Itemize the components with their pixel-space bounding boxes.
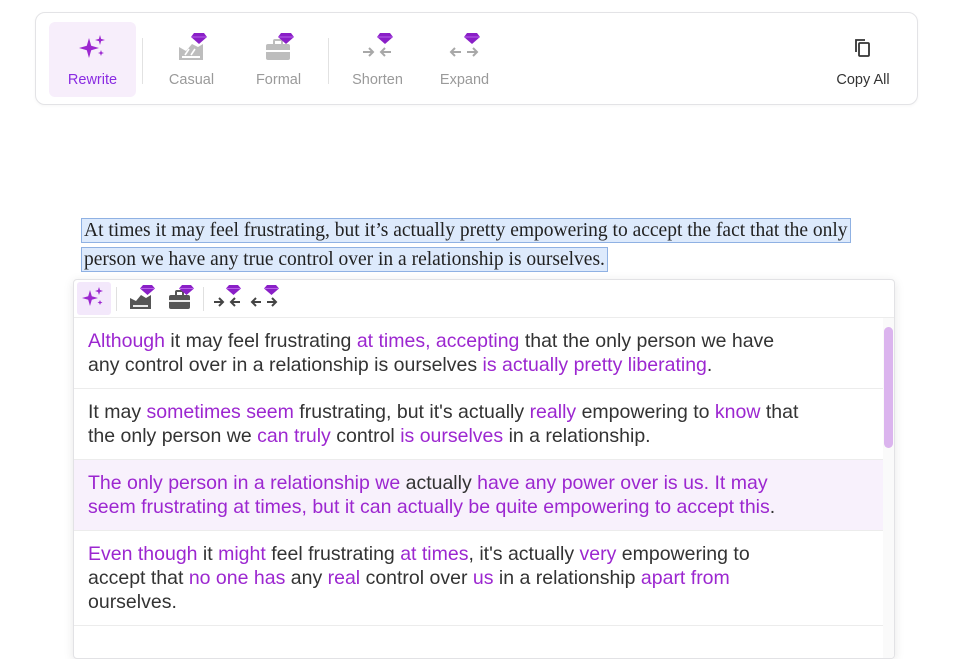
casual-button[interactable]: Casual bbox=[148, 22, 235, 97]
unchanged-text: it may feel frustrating bbox=[164, 330, 357, 352]
toolbar-divider bbox=[142, 38, 143, 84]
copy-all-label: Copy All bbox=[836, 72, 890, 88]
copy-icon bbox=[845, 30, 881, 66]
expand-icon bbox=[447, 30, 483, 66]
formal-icon bbox=[169, 285, 194, 309]
unchanged-text: any bbox=[285, 567, 328, 589]
toolbar-divider bbox=[328, 38, 329, 84]
expand-button[interactable]: Expand bbox=[421, 22, 508, 97]
formal-label: Formal bbox=[255, 72, 302, 88]
scrollbar-thumb[interactable] bbox=[884, 327, 893, 448]
unchanged-text: control over bbox=[360, 567, 473, 589]
changed-text: Even though bbox=[88, 543, 198, 565]
suggestion-item[interactable]: Although it may feel frustrating at time… bbox=[74, 318, 885, 389]
changed-text: can truly bbox=[257, 425, 331, 447]
unchanged-text: actually bbox=[400, 472, 478, 494]
changed-text: is actually pretty liberating bbox=[482, 354, 707, 376]
shorten-icon bbox=[360, 30, 396, 66]
unchanged-text: . bbox=[769, 496, 776, 518]
changed-text: sometimes seem bbox=[146, 401, 294, 423]
suggestion-item[interactable]: It may sometimes seem frustrating, but i… bbox=[74, 389, 885, 460]
changed-text: apart from bbox=[640, 567, 730, 589]
changed-text: at times bbox=[400, 543, 469, 565]
changed-text: us bbox=[472, 567, 494, 589]
changed-text: really bbox=[529, 401, 577, 423]
selected-text-block[interactable]: At times it may feel frustrating, but it… bbox=[81, 216, 868, 274]
unchanged-text: frustrating, but it's actually bbox=[293, 401, 530, 423]
shorten-button[interactable]: Shorten bbox=[334, 22, 421, 97]
suggestion-text: Although it may feel frustrating at time… bbox=[88, 329, 808, 377]
changed-text: real bbox=[327, 567, 361, 589]
unchanged-text: it bbox=[197, 543, 219, 565]
unchanged-text: . bbox=[706, 354, 713, 376]
changed-text: might bbox=[218, 543, 266, 565]
rewrite-label: Rewrite bbox=[67, 72, 118, 88]
rewrite-toolbar: Rewrite Casual Formal Shorten Expand Cop… bbox=[35, 12, 918, 105]
selected-text: At times it may feel frustrating, but it… bbox=[81, 218, 851, 272]
suggestion-text: The only person in a relationship we act… bbox=[88, 471, 808, 519]
rewrite-button[interactable]: Rewrite bbox=[49, 22, 136, 97]
changed-text: at times, accepting bbox=[356, 330, 520, 352]
suggestion-popup: Although it may feel frustrating at time… bbox=[73, 279, 895, 659]
sparkles-icon bbox=[75, 30, 111, 66]
popup-rewrite-button[interactable] bbox=[77, 282, 111, 315]
shorten-icon bbox=[214, 285, 241, 307]
suggestion-text: It may sometimes seem frustrating, but i… bbox=[88, 400, 808, 448]
casual-icon bbox=[174, 30, 210, 66]
suggestion-text: Even though it might feel frustrating at… bbox=[88, 542, 808, 614]
suggestion-list: Although it may feel frustrating at time… bbox=[74, 318, 885, 626]
unchanged-text: in a relationship. bbox=[503, 425, 651, 447]
formal-icon bbox=[261, 30, 297, 66]
shorten-label: Shorten bbox=[352, 72, 403, 88]
changed-text: Although bbox=[88, 330, 165, 352]
changed-text: very bbox=[579, 543, 617, 565]
popup-casual-button[interactable] bbox=[124, 282, 158, 315]
unchanged-text: , it's actually bbox=[468, 543, 580, 565]
changed-text: is ourselves bbox=[400, 425, 504, 447]
popup-expand-button[interactable] bbox=[248, 282, 282, 315]
casual-icon bbox=[130, 285, 155, 309]
sparkles-icon bbox=[82, 287, 103, 306]
formal-button[interactable]: Formal bbox=[235, 22, 322, 97]
changed-text: no one has bbox=[188, 567, 286, 589]
unchanged-text: control bbox=[330, 425, 401, 447]
popup-formal-button[interactable] bbox=[163, 282, 197, 315]
expand-icon bbox=[250, 285, 279, 307]
unchanged-text: It may bbox=[88, 401, 147, 423]
casual-label: Casual bbox=[168, 72, 215, 88]
popup-toolbar-divider bbox=[203, 287, 204, 311]
popup-toolbar bbox=[74, 280, 894, 318]
unchanged-text: empowering to bbox=[576, 401, 715, 423]
suggestion-item[interactable]: The only person in a relationship we act… bbox=[74, 460, 885, 531]
unchanged-text: in a relationship bbox=[493, 567, 641, 589]
suggestion-item[interactable]: Even though it might feel frustrating at… bbox=[74, 531, 885, 626]
changed-text: know bbox=[714, 401, 761, 423]
changed-text: The only person in a relationship we bbox=[88, 472, 401, 494]
expand-label: Expand bbox=[439, 72, 490, 88]
popup-shorten-button[interactable] bbox=[210, 282, 244, 315]
popup-toolbar-divider bbox=[116, 287, 117, 311]
unchanged-text: feel frustrating bbox=[265, 543, 401, 565]
unchanged-text: ourselves. bbox=[88, 591, 177, 613]
copy-all-button[interactable]: Copy All bbox=[818, 22, 908, 97]
